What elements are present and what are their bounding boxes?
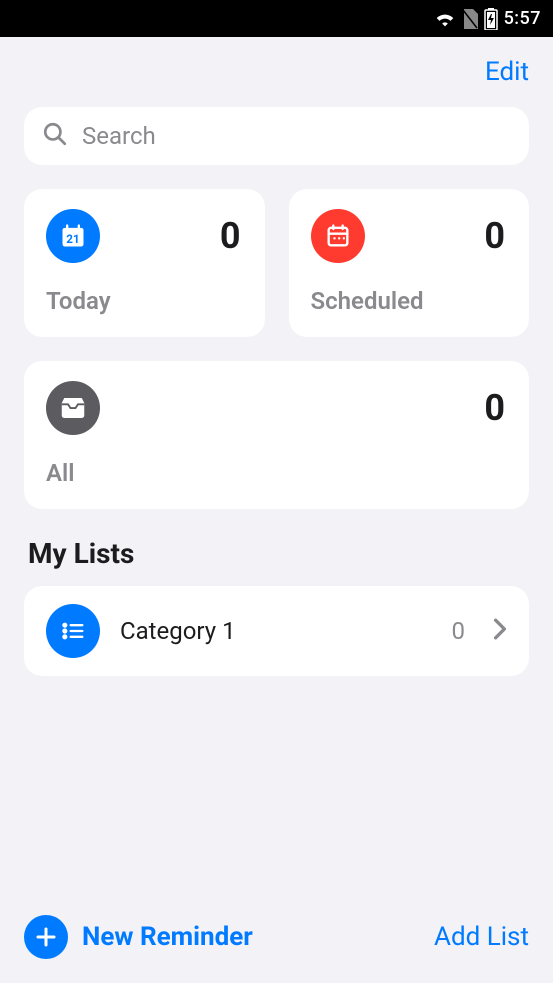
svg-text:21: 21 <box>66 232 79 246</box>
search-container <box>0 97 553 189</box>
new-reminder-label: New Reminder <box>82 922 253 952</box>
summary-cards: 21 0 Today 0 Scheduled 0 All <box>0 189 553 509</box>
my-lists-title: My Lists <box>0 509 553 586</box>
list-count: 0 <box>452 617 466 645</box>
scheduled-count: 0 <box>484 215 505 257</box>
wifi-icon <box>434 10 456 28</box>
list-name: Category 1 <box>120 617 432 645</box>
bottom-toolbar: New Reminder Add List <box>0 895 553 983</box>
edit-button[interactable]: Edit <box>485 57 529 87</box>
search-bar[interactable] <box>24 107 529 165</box>
list-icon <box>46 604 100 658</box>
status-bar: 5:57 <box>0 0 553 37</box>
inbox-icon <box>46 381 100 435</box>
today-card[interactable]: 21 0 Today <box>24 189 265 337</box>
lists-container: Category 1 0 <box>0 586 553 676</box>
plus-circle-icon <box>24 915 68 959</box>
all-label: All <box>46 459 505 487</box>
scheduled-card[interactable]: 0 Scheduled <box>289 189 530 337</box>
add-list-button[interactable]: Add List <box>434 922 529 952</box>
today-label: Today <box>46 287 241 315</box>
today-count: 0 <box>220 215 241 257</box>
scheduled-label: Scheduled <box>311 287 506 315</box>
search-icon <box>42 121 68 151</box>
battery-charging-icon <box>484 8 498 30</box>
all-card[interactable]: 0 All <box>24 361 529 509</box>
chevron-right-icon <box>493 618 507 644</box>
status-time: 5:57 <box>504 8 541 29</box>
new-reminder-button[interactable]: New Reminder <box>24 915 253 959</box>
calendar-scheduled-icon <box>311 209 365 263</box>
list-item[interactable]: Category 1 0 <box>24 586 529 676</box>
header: Edit <box>0 37 553 97</box>
all-count: 0 <box>484 387 505 429</box>
no-sim-icon <box>462 9 478 29</box>
calendar-today-icon: 21 <box>46 209 100 263</box>
search-input[interactable] <box>82 122 511 150</box>
